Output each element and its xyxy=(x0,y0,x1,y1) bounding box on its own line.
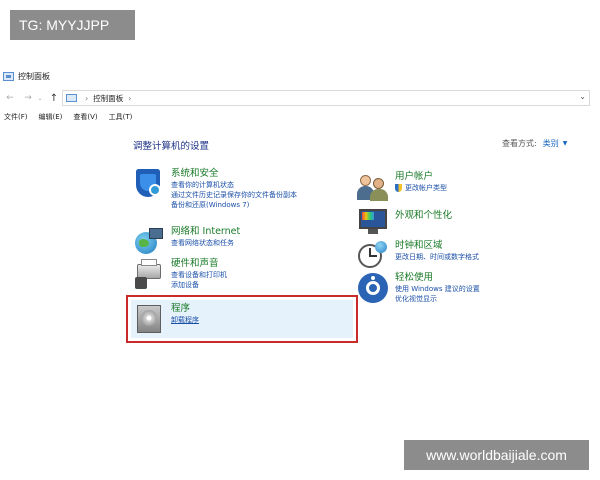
watermark-bottom: www.worldbaijiale.com xyxy=(404,440,589,470)
category-title-hardware[interactable]: 硬件和声音 xyxy=(171,258,227,270)
link-view-status[interactable]: 查看你的计算机状态 xyxy=(171,180,297,190)
menu-bar: 文件(F) 编辑(E) 查看(V) 工具(T) xyxy=(0,110,600,124)
link-uninstall-program[interactable]: 卸载程序 xyxy=(171,315,199,325)
menu-edit[interactable]: 编辑(E) xyxy=(39,112,63,122)
link-network-status[interactable]: 查看网络状态和任务 xyxy=(171,238,240,248)
page-title: 调整计算机的设置 xyxy=(133,141,210,152)
address-folder-icon xyxy=(66,94,77,102)
link-backup-restore[interactable]: 备份和还原(Windows 7) xyxy=(171,200,297,210)
chevron-right-icon: › xyxy=(85,93,89,103)
link-recommended-settings[interactable]: 使用 Windows 建议的设置 xyxy=(395,284,480,294)
category-hardware-sound: 硬件和声音 查看设备和打印机 添加设备 xyxy=(133,258,227,290)
view-by-label: 查看方式: xyxy=(502,139,537,148)
chevron-down-icon[interactable]: ⌄ xyxy=(579,92,586,101)
view-by: 查看方式: 类别 ▼ xyxy=(502,138,567,149)
menu-view[interactable]: 查看(V) xyxy=(73,112,97,122)
category-appearance: 外观和个性化 xyxy=(357,206,452,238)
title-bar: 控制面板 xyxy=(0,66,600,86)
address-path[interactable]: 控制面板 xyxy=(93,93,123,104)
window-title: 控制面板 xyxy=(18,71,50,81)
back-arrow-icon[interactable]: ← xyxy=(4,91,16,105)
shield-icon[interactable] xyxy=(133,168,165,200)
category-programs: 程序 卸载程序 xyxy=(133,303,199,335)
category-clock-region: 时钟和区域 更改日期、时间或数字格式 xyxy=(357,240,479,272)
category-title-system[interactable]: 系统和安全 xyxy=(171,168,297,180)
display-icon[interactable] xyxy=(357,206,389,238)
link-file-history[interactable]: 通过文件历史记录保存你的文件备份副本 xyxy=(171,190,297,200)
caret-down-icon[interactable]: ▼ xyxy=(563,140,568,147)
link-date-time-format[interactable]: 更改日期、时间或数字格式 xyxy=(395,252,479,262)
link-optimize-display[interactable]: 优化视觉显示 xyxy=(395,294,480,304)
address-bar: ← → ⌄ ↑ › 控制面板 › ⌄ xyxy=(0,88,600,108)
globe-network-icon[interactable] xyxy=(133,226,165,258)
control-panel-icon xyxy=(3,71,14,81)
chevron-right-icon[interactable]: › xyxy=(128,94,131,103)
link-add-device[interactable]: 添加设备 xyxy=(171,280,227,290)
category-title-network[interactable]: 网络和 Internet xyxy=(171,226,240,238)
uac-shield-icon xyxy=(395,184,402,192)
view-by-dropdown[interactable]: 类别 xyxy=(543,138,559,149)
forward-arrow-icon[interactable]: → xyxy=(22,91,34,105)
programs-icon[interactable] xyxy=(133,303,165,335)
category-system-security: 系统和安全 查看你的计算机状态 通过文件历史记录保存你的文件备份副本 备份和还原… xyxy=(133,168,297,210)
category-network: 网络和 Internet 查看网络状态和任务 xyxy=(133,226,240,258)
category-title-programs[interactable]: 程序 xyxy=(171,303,199,315)
link-devices-printers[interactable]: 查看设备和打印机 xyxy=(171,270,227,280)
menu-tools[interactable]: 工具(T) xyxy=(109,112,133,122)
users-icon[interactable] xyxy=(357,171,389,203)
link-change-account-type-label[interactable]: 更改帐户类型 xyxy=(405,183,447,193)
link-change-account-type[interactable]: 更改帐户类型 xyxy=(395,183,447,193)
ease-of-access-icon[interactable] xyxy=(357,272,389,304)
up-arrow-icon[interactable]: ↑ xyxy=(48,91,60,105)
clock-icon[interactable] xyxy=(357,240,389,272)
watermark-top: TG: MYYJJPP xyxy=(10,10,135,40)
category-ease-of-access: 轻松使用 使用 Windows 建议的设置 优化视觉显示 xyxy=(357,272,480,304)
category-title-clock[interactable]: 时钟和区域 xyxy=(395,240,479,252)
address-input[interactable]: › 控制面板 › ⌄ xyxy=(62,90,590,106)
dropdown-recent-icon[interactable]: ⌄ xyxy=(34,91,46,105)
menu-file[interactable]: 文件(F) xyxy=(4,112,28,122)
category-title-appearance[interactable]: 外观和个性化 xyxy=(395,210,452,222)
printer-icon[interactable] xyxy=(133,258,165,290)
category-user-accounts: 用户帐户 更改帐户类型 xyxy=(357,171,447,203)
category-title-users[interactable]: 用户帐户 xyxy=(395,171,447,183)
category-title-ease[interactable]: 轻松使用 xyxy=(395,272,480,284)
